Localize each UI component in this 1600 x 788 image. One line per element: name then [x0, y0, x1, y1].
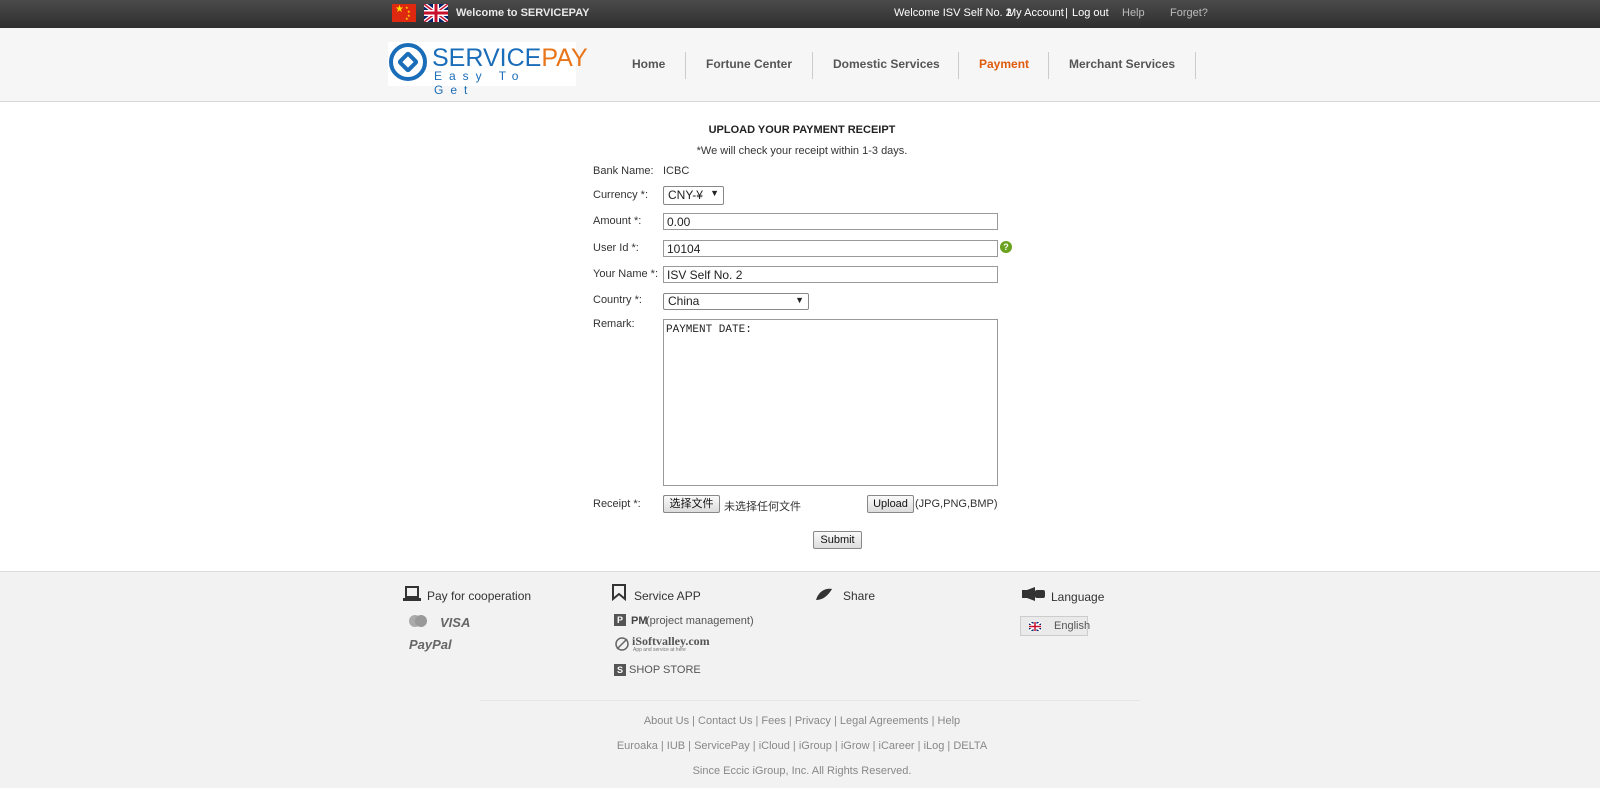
logout-link[interactable]: Log out	[1072, 7, 1109, 19]
your-name-input[interactable]: ISV Self No. 2	[663, 266, 998, 283]
remark-textarea[interactable]: PAYMENT DATE:	[663, 319, 998, 486]
welcome-site-text: Welcome to SERVICEPAY	[456, 7, 590, 19]
service-app-title: Service APP	[634, 589, 701, 603]
nav-divider	[958, 52, 959, 79]
mastercard-icon[interactable]	[408, 614, 428, 628]
china-flag-icon[interactable]: ★ ★ ★ ★ ★	[392, 4, 416, 22]
nav-fortune-center[interactable]: Fortune Center	[706, 57, 792, 71]
copyright-text: Since Eccic iGroup, Inc. All Rights Rese…	[692, 765, 912, 777]
remark-label: Remark:	[593, 318, 635, 330]
isoftvalley-icon	[615, 637, 629, 651]
currency-label: Currency *:	[593, 189, 649, 201]
language-title: Language	[1051, 590, 1105, 604]
shop-store-link[interactable]: SHOP STORE	[629, 664, 701, 676]
language-icon	[1022, 587, 1045, 601]
amount-label: Amount *:	[593, 215, 642, 227]
bank-name-label: Bank Name:	[593, 165, 654, 177]
topbar-separator: |	[1065, 7, 1068, 19]
nav-divider	[1195, 52, 1196, 79]
logo-tagline: Easy To Get	[434, 69, 526, 97]
form-note: *We will check your receipt within 1-3 d…	[696, 145, 908, 157]
uk-flag-icon	[1028, 622, 1042, 631]
my-account-link[interactable]: My Account	[1007, 7, 1064, 19]
currency-select[interactable]: CNY-¥ ▼	[663, 186, 724, 205]
choose-file-button[interactable]: 选择文件	[663, 495, 720, 513]
file-formats-text: (JPG,PNG,BMP)	[915, 498, 998, 510]
nav-merchant-services[interactable]: Merchant Services	[1069, 57, 1175, 71]
nav-payment[interactable]: Payment	[979, 57, 1029, 71]
share-title: Share	[843, 589, 876, 603]
forget-link[interactable]: Forget?	[1170, 7, 1208, 19]
nav-divider	[1048, 52, 1049, 79]
no-file-text: 未选择任何文件	[724, 501, 801, 513]
isoftvalley-subtext: App and service at here	[633, 647, 686, 653]
language-select[interactable]: English	[1020, 616, 1091, 636]
pm-link[interactable]: (project management)	[646, 615, 754, 627]
language-value: English	[1054, 620, 1091, 632]
country-label: Country *:	[593, 294, 642, 306]
nav-divider	[812, 52, 813, 79]
nav-home[interactable]: Home	[632, 57, 665, 71]
footer-links-primary[interactable]: About Us | Contact Us | Fees | Privacy |…	[0, 715, 1600, 727]
servicepay-logo[interactable]: SERVICEPAY Easy To Get	[388, 42, 588, 97]
upload-button[interactable]: Upload	[867, 495, 914, 513]
userid-label: User Id *:	[593, 242, 639, 254]
header: SERVICEPAY Easy To Get Home Fortune Cent…	[0, 28, 1600, 102]
pay-cooperation-title: Pay for cooperation	[427, 589, 532, 603]
userid-input[interactable]: 10104	[663, 240, 998, 257]
visa-logo[interactable]: VISA	[440, 615, 470, 630]
pm-icon: P	[614, 614, 626, 626]
top-bar: ★ ★ ★ ★ ★ Welcome to SERVICEPAY Welcome …	[0, 0, 1600, 28]
uk-flag-icon[interactable]	[424, 4, 448, 22]
laptop-icon	[403, 586, 421, 601]
app-icon	[612, 584, 626, 602]
submit-button[interactable]: Submit	[813, 531, 862, 549]
footer: Pay for cooperation VISA PayPal Service …	[0, 571, 1600, 788]
amount-input[interactable]: 0.00	[663, 213, 998, 230]
country-select[interactable]: China ▼	[663, 293, 809, 310]
your-name-label: Your Name *:	[593, 268, 659, 280]
nav-divider	[685, 52, 686, 79]
chevron-down-icon: ▼	[795, 295, 804, 305]
chevron-down-icon: ▼	[710, 188, 719, 198]
share-icon	[816, 588, 832, 600]
welcome-user-text: Welcome ISV Self No. 2	[894, 7, 1012, 19]
help-icon[interactable]: ?	[1000, 241, 1012, 253]
form-title: UPLOAD YOUR PAYMENT RECEIPT	[708, 124, 896, 136]
logo-mark-icon	[389, 43, 427, 81]
footer-divider	[480, 700, 1140, 701]
shop-store-icon: S	[614, 664, 626, 676]
paypal-logo[interactable]: PayPal	[409, 637, 452, 652]
nav-domestic-services[interactable]: Domestic Services	[833, 57, 940, 71]
bank-name-value: ICBC	[663, 165, 690, 177]
receipt-label: Receipt *:	[593, 498, 641, 510]
footer-links-partners[interactable]: Euroaka | IUB | ServicePay | iCloud | iG…	[0, 740, 1600, 752]
help-link[interactable]: Help	[1122, 7, 1145, 19]
